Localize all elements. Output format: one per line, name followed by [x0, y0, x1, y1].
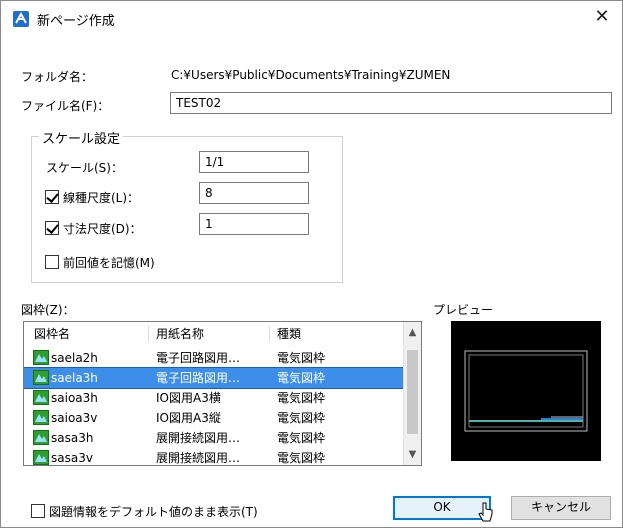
row-type: 電気図枠: [277, 351, 326, 365]
scroll-down-icon[interactable]: ▼: [404, 446, 421, 463]
frame-list[interactable]: 図枠名 用紙名称 種類 saela2h 電子回路図用… 電気図枠 saela3h…: [23, 321, 422, 466]
filename-label: ファイル名(F)：: [21, 99, 110, 113]
frame-preview-image: [464, 350, 588, 432]
dim-scale-checkbox[interactable]: [45, 221, 59, 235]
frame-icon: [33, 370, 49, 385]
frame-icon: [33, 450, 49, 465]
row-paper-name: 電子回路図用…: [156, 371, 241, 385]
default-display-label: 図題情報をデフォルト値のまま表示(T): [49, 505, 258, 519]
scroll-up-icon[interactable]: ▲: [404, 324, 421, 341]
row-paper-name: 電子回路図用…: [156, 351, 241, 365]
window-title: 新ページ作成: [37, 14, 115, 29]
dim-scale-label: 寸法尺度(D)：: [63, 222, 142, 236]
row-type: 電気図枠: [277, 371, 326, 385]
dim-scale-field[interactable]: 1: [199, 213, 309, 235]
row-frame-name: saioa3v: [51, 411, 98, 425]
frame-label: 図枠(Z)：: [21, 303, 75, 317]
close-icon[interactable]: ✕: [592, 7, 612, 27]
frame-row-4[interactable]: sasa3h 展開接続図用… 電気図枠: [24, 428, 404, 448]
column-header-paper-name[interactable]: 用紙名称: [156, 322, 204, 346]
row-paper-name: 展開接続図用…: [156, 431, 241, 445]
scale-settings-title: スケール設定: [39, 128, 124, 147]
frame-icon: [33, 350, 49, 365]
frame-row-5[interactable]: sasa3v 展開接続図用… 電気図枠: [24, 448, 404, 465]
frame-icon: [33, 390, 49, 405]
remember-checkbox[interactable]: [45, 255, 59, 269]
frame-icon: [33, 410, 49, 425]
ok-button[interactable]: OK: [393, 496, 491, 520]
frame-row-3[interactable]: saioa3v IO図用A3縦 電気図枠: [24, 408, 404, 428]
row-paper-name: 展開接続図用…: [156, 451, 241, 465]
default-display-checkbox[interactable]: [31, 504, 45, 518]
preview-pane: [451, 321, 601, 461]
title-bar: 新ページ作成 ✕: [1, 1, 622, 35]
row-type: 電気図枠: [277, 391, 326, 405]
new-page-dialog: 新ページ作成 ✕ フォルダ名： C:¥Users¥Public¥Document…: [0, 0, 623, 528]
row-frame-name: saioa3h: [51, 391, 98, 405]
row-frame-name: sasa3h: [51, 431, 94, 445]
line-scale-checkbox[interactable]: [45, 190, 59, 204]
remember-label: 前回値を記憶(M): [63, 256, 155, 270]
frame-row-0[interactable]: saela2h 電子回路図用… 電気図枠: [24, 348, 404, 368]
row-type: 電気図枠: [277, 451, 326, 465]
row-paper-name: IO図用A3横: [156, 391, 221, 405]
column-divider[interactable]: [269, 326, 270, 342]
line-scale-field[interactable]: 8: [199, 182, 309, 204]
row-type: 電気図枠: [277, 411, 326, 425]
preview-label: プレビュー: [433, 303, 494, 317]
column-divider[interactable]: [148, 326, 149, 342]
scale-label: スケール(S)：: [46, 161, 123, 175]
mouse-cursor-icon: [478, 502, 493, 522]
folder-label: フォルダ名：: [21, 70, 94, 84]
folder-path: C:¥Users¥Public¥Documents¥Training¥ZUMEN: [171, 68, 451, 82]
frame-row-1-selected[interactable]: saela3h 電子回路図用… 電気図枠: [24, 367, 405, 389]
scroll-thumb[interactable]: [407, 350, 418, 434]
row-frame-name: saela2h: [51, 351, 98, 365]
column-header-type[interactable]: 種類: [277, 322, 301, 346]
cancel-button[interactable]: キャンセル: [511, 496, 611, 520]
row-paper-name: IO図用A3縦: [156, 411, 221, 425]
app-logo-icon: [13, 11, 29, 27]
scale-field[interactable]: 1/1: [199, 151, 309, 173]
frame-icon: [33, 430, 49, 445]
filename-field[interactable]: TEST02: [170, 92, 612, 114]
row-frame-name: saela3h: [51, 371, 98, 385]
list-scrollbar[interactable]: ▲ ▼: [403, 322, 421, 465]
row-type: 電気図枠: [277, 431, 326, 445]
frame-row-2[interactable]: saioa3h IO図用A3横 電気図枠: [24, 388, 404, 408]
row-frame-name: sasa3v: [51, 451, 93, 465]
line-scale-label: 線種尺度(L)：: [63, 191, 140, 205]
column-header-frame-name[interactable]: 図枠名: [34, 322, 70, 346]
